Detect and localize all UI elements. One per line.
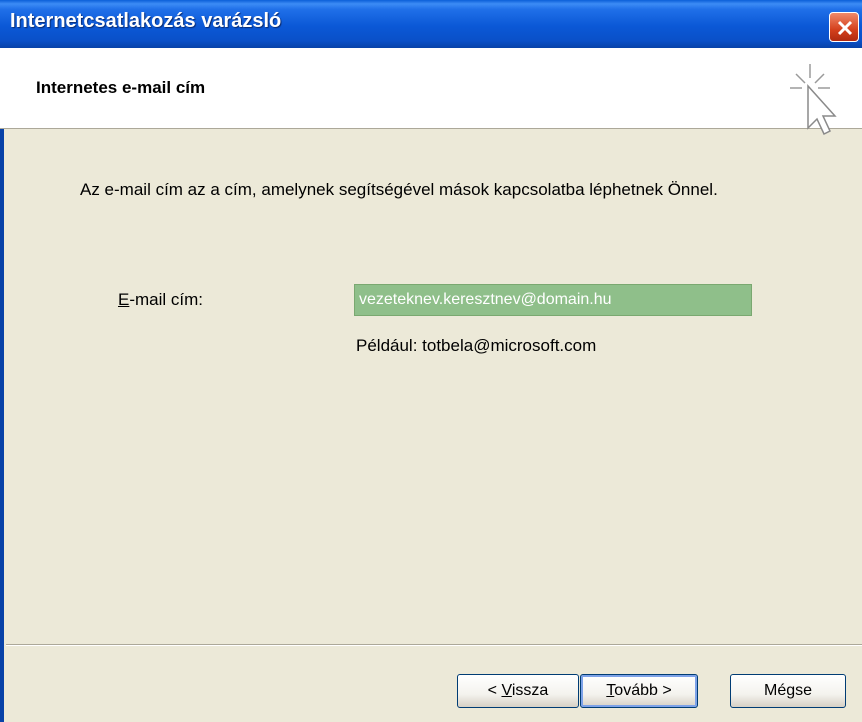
- description-text: Az e-mail cím az a cím, amelynek segítsé…: [80, 180, 718, 199]
- close-icon: [837, 20, 853, 36]
- page-title: Internetes e-mail cím: [36, 78, 206, 97]
- cancel-button[interactable]: Mégse: [730, 674, 846, 708]
- wizard-cursor-icon: [790, 64, 837, 136]
- wizard-header: Internetes e-mail cím: [0, 48, 862, 136]
- next-button[interactable]: Tovább >: [580, 674, 698, 708]
- back-button[interactable]: < Vissza: [457, 674, 579, 708]
- email-example-text: Például: totbela@microsoft.com: [356, 336, 597, 355]
- window-title: Internetcsatlakozás varázsló: [10, 10, 282, 32]
- email-label: E-mail cím:: [118, 290, 204, 309]
- close-button[interactable]: [829, 12, 859, 42]
- window-left-border: [0, 48, 4, 722]
- footer-divider: [6, 644, 862, 646]
- wizard-window: Internetcsatlakozás varázsló Internetes …: [0, 0, 862, 722]
- email-input[interactable]: [354, 284, 752, 316]
- title-bar[interactable]: Internetcsatlakozás varázsló: [0, 0, 862, 48]
